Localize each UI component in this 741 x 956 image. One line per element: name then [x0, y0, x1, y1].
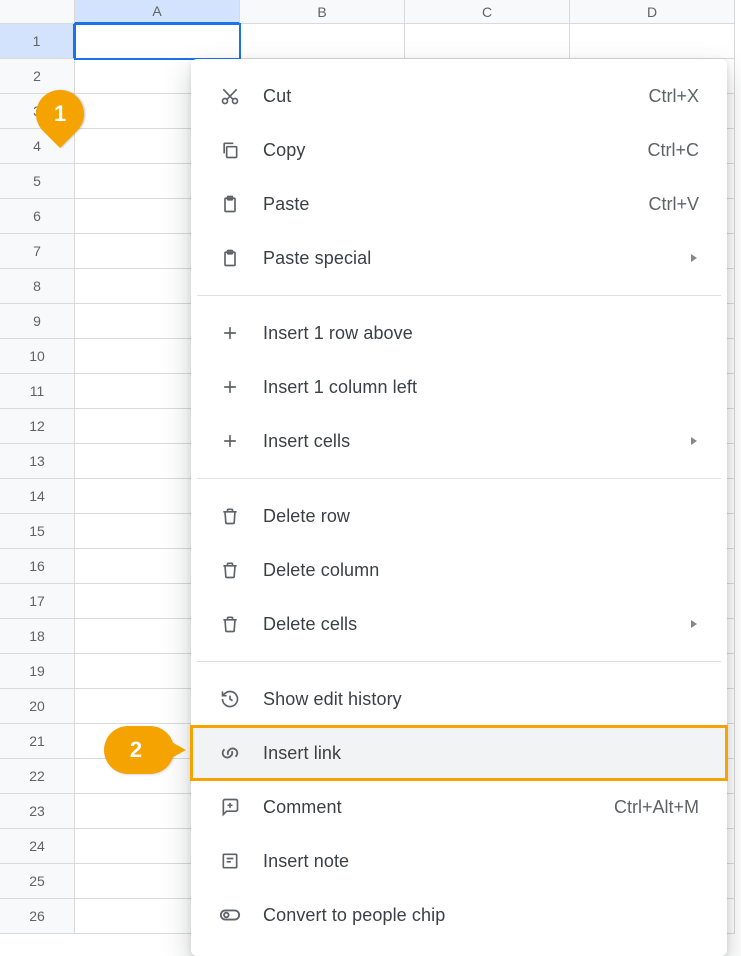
- menu-accel: Ctrl+X: [648, 86, 699, 107]
- menu-item-delete-cells[interactable]: Delete cells: [191, 597, 727, 651]
- menu-item-delete-col[interactable]: Delete column: [191, 543, 727, 597]
- row-header[interactable]: 25: [0, 864, 75, 899]
- row-header[interactable]: 1: [0, 24, 75, 59]
- menu-label: Convert to people chip: [263, 905, 699, 926]
- row-header[interactable]: 19: [0, 654, 75, 689]
- cell[interactable]: [240, 24, 405, 59]
- row-header[interactable]: 15: [0, 514, 75, 549]
- row-header[interactable]: 2: [0, 59, 75, 94]
- menu-item-paste[interactable]: Paste Ctrl+V: [191, 177, 727, 231]
- menu-accel: Ctrl+C: [647, 140, 699, 161]
- callout-2: 2: [104, 726, 174, 774]
- menu-item-insert-cells[interactable]: Insert cells: [191, 414, 727, 468]
- cell[interactable]: [405, 24, 570, 59]
- cell-A1[interactable]: [75, 24, 240, 59]
- menu-separator: [197, 661, 721, 662]
- submenu-arrow-icon: [689, 619, 699, 629]
- plus-icon: [219, 322, 241, 344]
- menu-label: Comment: [263, 797, 592, 818]
- menu-label: Copy: [263, 140, 625, 161]
- menu-item-cut[interactable]: Cut Ctrl+X: [191, 69, 727, 123]
- row-header[interactable]: 6: [0, 199, 75, 234]
- menu-label: Insert 1 row above: [263, 323, 699, 344]
- menu-item-delete-row[interactable]: Delete row: [191, 489, 727, 543]
- paste-icon: [219, 193, 241, 215]
- cell[interactable]: [570, 24, 735, 59]
- row-header[interactable]: 8: [0, 269, 75, 304]
- row-header[interactable]: 7: [0, 234, 75, 269]
- row-header[interactable]: 5: [0, 164, 75, 199]
- menu-label: Delete column: [263, 560, 699, 581]
- trash-icon: [219, 613, 241, 635]
- menu-label: Insert cells: [263, 431, 667, 452]
- menu-separator: [197, 295, 721, 296]
- row-header[interactable]: 13: [0, 444, 75, 479]
- row-header[interactable]: 11: [0, 374, 75, 409]
- menu-label: Insert note: [263, 851, 699, 872]
- col-header-D[interactable]: D: [570, 0, 735, 24]
- cut-icon: [219, 85, 241, 107]
- menu-item-insert-row-above[interactable]: Insert 1 row above: [191, 306, 727, 360]
- menu-accel: Ctrl+V: [648, 194, 699, 215]
- row-header[interactable]: 20: [0, 689, 75, 724]
- col-header-A[interactable]: A: [75, 0, 240, 24]
- plus-icon: [219, 376, 241, 398]
- plus-icon: [219, 430, 241, 452]
- row-header[interactable]: 26: [0, 899, 75, 934]
- submenu-arrow-icon: [689, 253, 699, 263]
- menu-label: Insert link: [263, 743, 699, 764]
- row-header[interactable]: 9: [0, 304, 75, 339]
- row-header[interactable]: 21: [0, 724, 75, 759]
- comment-icon: [219, 796, 241, 818]
- col-header-C[interactable]: C: [405, 0, 570, 24]
- link-icon: [219, 742, 241, 764]
- row-header[interactable]: 10: [0, 339, 75, 374]
- menu-accel: Ctrl+Alt+M: [614, 797, 699, 818]
- submenu-arrow-icon: [689, 436, 699, 446]
- row-header[interactable]: 24: [0, 829, 75, 864]
- menu-item-insert-note[interactable]: Insert note: [191, 834, 727, 888]
- menu-item-insert-link[interactable]: Insert link: [191, 726, 727, 780]
- menu-item-copy[interactable]: Copy Ctrl+C: [191, 123, 727, 177]
- history-icon: [219, 688, 241, 710]
- menu-label: Delete cells: [263, 614, 667, 635]
- menu-item-people-chip[interactable]: Convert to people chip: [191, 888, 727, 942]
- menu-label: Show edit history: [263, 689, 699, 710]
- row-header[interactable]: 22: [0, 759, 75, 794]
- menu-item-insert-col-left[interactable]: Insert 1 column left: [191, 360, 727, 414]
- people-icon: [219, 904, 241, 926]
- context-menu: Cut Ctrl+X Copy Ctrl+C Paste Ctrl+V Past…: [191, 59, 727, 956]
- row-header[interactable]: 18: [0, 619, 75, 654]
- note-icon: [219, 850, 241, 872]
- menu-item-paste-special[interactable]: Paste special: [191, 231, 727, 285]
- menu-label: Delete row: [263, 506, 699, 527]
- row-header[interactable]: 16: [0, 549, 75, 584]
- row-header[interactable]: 12: [0, 409, 75, 444]
- trash-icon: [219, 559, 241, 581]
- grid-corner[interactable]: [0, 0, 75, 24]
- menu-label: Paste special: [263, 248, 667, 269]
- menu-label: Cut: [263, 86, 626, 107]
- paste-icon: [219, 247, 241, 269]
- menu-separator: [197, 478, 721, 479]
- row-header[interactable]: 14: [0, 479, 75, 514]
- row-header[interactable]: 17: [0, 584, 75, 619]
- row-header[interactable]: 23: [0, 794, 75, 829]
- menu-label: Paste: [263, 194, 626, 215]
- copy-icon: [219, 139, 241, 161]
- col-header-B[interactable]: B: [240, 0, 405, 24]
- trash-icon: [219, 505, 241, 527]
- menu-item-comment[interactable]: Comment Ctrl+Alt+M: [191, 780, 727, 834]
- menu-label: Insert 1 column left: [263, 377, 699, 398]
- menu-item-edit-history[interactable]: Show edit history: [191, 672, 727, 726]
